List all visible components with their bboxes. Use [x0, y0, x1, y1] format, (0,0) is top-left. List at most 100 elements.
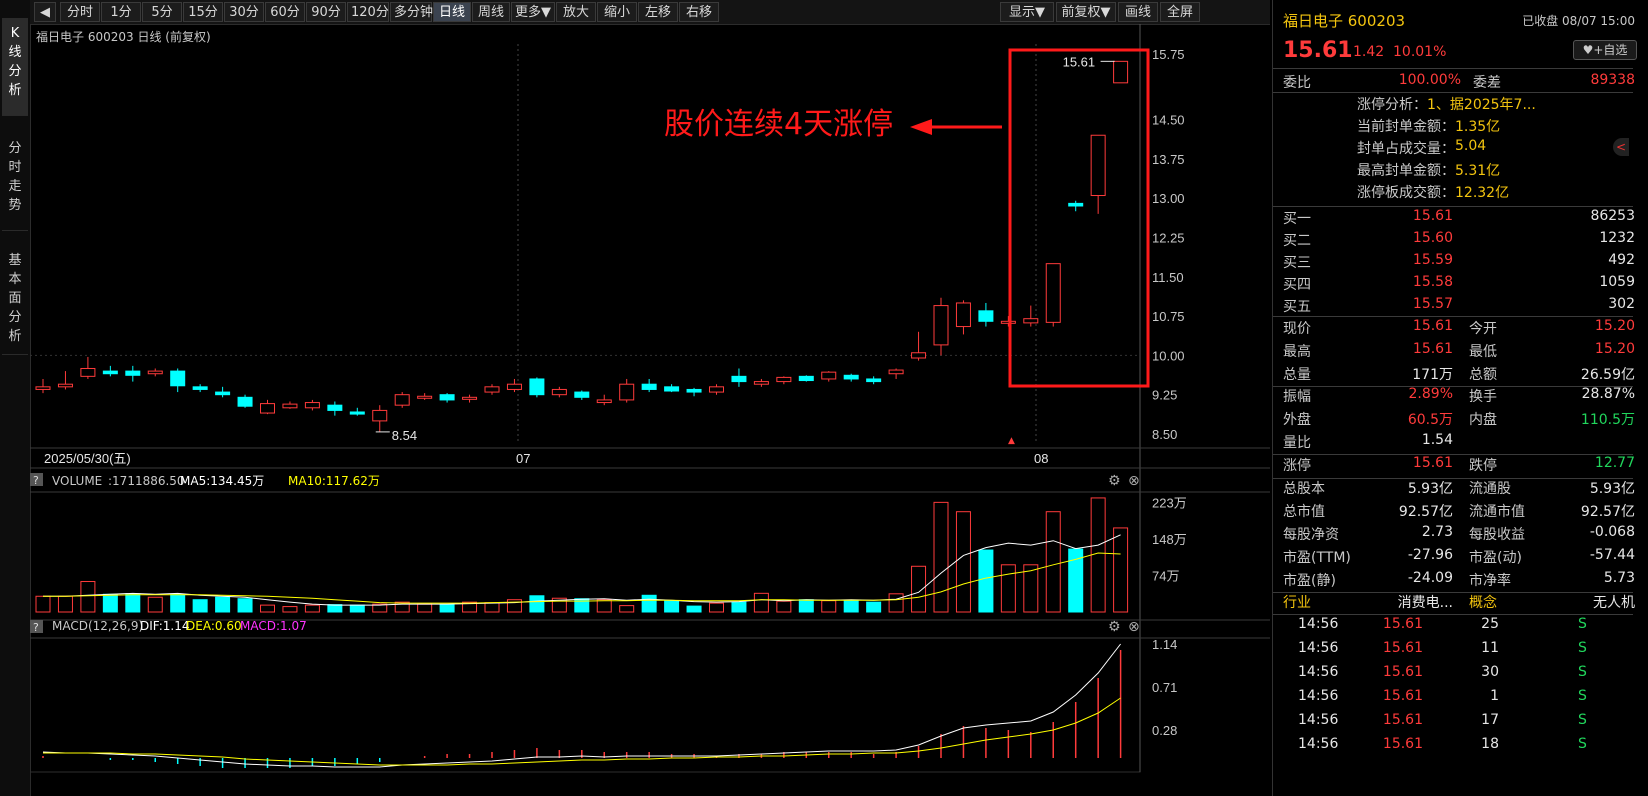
chart-title-text: 福日电子 600203 日线 [36, 30, 162, 44]
tick-time: 14:56 [1298, 688, 1339, 704]
period-button-8[interactable]: 多分钟 [390, 2, 433, 22]
candle-body [843, 374, 859, 380]
tick-volume: 30 [1481, 664, 1499, 680]
panel-separator [1273, 478, 1633, 479]
bid-volume: 86253 [1590, 208, 1635, 224]
price-tick-label: 10.75 [1152, 309, 1185, 324]
stat-fundamental-label: 市净率 [1469, 573, 1511, 589]
candle-body [821, 371, 837, 380]
limit-analysis-label: 涨停分析： [1357, 97, 1427, 113]
candle-body [574, 391, 590, 398]
toolbar-right-button-3[interactable]: 全屏 [1160, 2, 1200, 22]
volume-help-text: ? [33, 474, 39, 487]
period-button-15[interactable]: 右移 [679, 2, 719, 22]
period-button-0[interactable]: 分时 [60, 2, 100, 22]
price-tick-label: 13.00 [1152, 191, 1185, 206]
stat-fundamental-value: 5.93亿 [1407, 481, 1453, 497]
toolbar-right-button-0[interactable]: 显示▼ [1000, 2, 1054, 22]
candle-body [57, 383, 73, 388]
period-button-2[interactable]: 5分 [142, 2, 182, 22]
volume-bar [709, 602, 724, 613]
period-button-9[interactable]: 日线 [433, 2, 471, 22]
weibi-label: 委比 [1283, 75, 1311, 91]
period-button-13[interactable]: 缩小 [597, 2, 637, 22]
volume-title: VOLUME [52, 474, 102, 488]
stat-fundamental-label: 流通市值 [1469, 504, 1525, 520]
period-button-7[interactable]: 120分 [347, 2, 389, 22]
stat-limit-label: 涨停 [1283, 458, 1311, 474]
stat-trade-label: 量比 [1283, 435, 1311, 451]
add-favorite-button[interactable]: ♥+自选 [1573, 40, 1637, 60]
date-label-start: 2025/05/30(五) [44, 451, 131, 466]
stat-price-value: 15.20 [1594, 341, 1635, 357]
limit-up-highlight-box [1008, 48, 1150, 388]
volume-bar [506, 599, 522, 613]
bid-price: 15.60 [1412, 230, 1453, 246]
candle-body [731, 375, 747, 383]
bid-level-label: 买一 [1283, 211, 1311, 227]
price-tick-label: 10.00 [1152, 348, 1185, 363]
stat-fundamental-value: 5.73 [1603, 570, 1635, 586]
volume-bar [664, 600, 680, 613]
chart-svg: 15.75 14.50 13.75 13.00 12.25 11.50 10.75 10.00… [30, 24, 1270, 773]
chart-area[interactable]: 15.75 14.50 13.75 13.00 12.25 11.50 10.75 10.00… [30, 24, 1270, 796]
period-button-5[interactable]: 60分 [265, 2, 305, 22]
industry-label: 行业 [1283, 595, 1311, 611]
stat-price-label: 最高 [1283, 344, 1311, 360]
volume-bar [439, 604, 455, 613]
price-tick-label: 14.50 [1152, 113, 1185, 128]
period-button-4[interactable]: 30分 [224, 2, 264, 22]
industry-value: 消费电... [1397, 595, 1453, 611]
period-button-3[interactable]: 15分 [183, 2, 223, 22]
volume-bar [641, 594, 657, 613]
volume-bar [1113, 527, 1129, 613]
tick-side: S [1578, 712, 1587, 728]
toolbar-right-button-2[interactable]: 画线 [1118, 2, 1158, 22]
volume-bar [1090, 497, 1106, 613]
tab-kline-analysis[interactable]: K线分析 [2, 18, 28, 116]
weicha-label: 委差 [1473, 75, 1501, 91]
period-button-6[interactable]: 90分 [306, 2, 346, 22]
volume-bar [237, 598, 253, 613]
quote-panel: 福日电子 600203 已收盘 08/07 15:00 15.61 1.42 10.01… [1272, 0, 1648, 796]
stat-trade-value: 2.89% [1408, 386, 1453, 402]
candle-body [125, 370, 141, 376]
collapse-left-button[interactable]: ◀ [34, 2, 56, 22]
stock-name-code: 福日电子 600203 [1283, 12, 1406, 30]
candle-body [215, 391, 231, 396]
chart-title: 福日电子 600203 日线 (前复权) [36, 28, 211, 45]
stat-fundamental-value: -0.068 [1589, 524, 1635, 540]
weicha-value: 89338 [1590, 72, 1635, 88]
period-button-11[interactable]: 更多▼ [511, 2, 555, 22]
tab-fundamentals[interactable]: 基本面分析 [2, 245, 28, 355]
stat-trade-value: 60.5万 [1407, 412, 1453, 428]
volume-bar [192, 599, 208, 613]
chart-adjust-mode: (前复权) [165, 30, 211, 44]
candle-body [192, 386, 208, 390]
period-button-1[interactable]: 1分 [101, 2, 141, 22]
candle-body [462, 396, 478, 400]
period-button-12[interactable]: 放大 [556, 2, 596, 22]
candle-body [1113, 60, 1129, 84]
candle-body [35, 386, 51, 390]
volume-bar [417, 603, 433, 613]
macd-dea-label: DEA:0.60 [186, 619, 242, 633]
toolbar-right-button-1[interactable]: 前复权▼ [1056, 2, 1116, 22]
expand-panel-icon[interactable]: < [1613, 138, 1629, 156]
tab-intraday[interactable]: 分时走势 [2, 133, 28, 231]
bid-volume: 1232 [1599, 230, 1635, 246]
period-button-14[interactable]: 左移 [638, 2, 678, 22]
bid-volume: 492 [1608, 252, 1635, 268]
stat-trade-value: 28.87% [1581, 386, 1635, 402]
volume-bar [888, 593, 904, 613]
period-toolbar: ◀ 分时 1分 5分 15分 30分 60分 90分 120分 多分钟 日线 周线 更多▼ 放大 缩小 左移… [30, 0, 1270, 25]
volume-ma5-label: MA5:134.45万 [180, 474, 264, 488]
stat-fundamental-value: 5.93亿 [1589, 481, 1635, 497]
period-button-10[interactable]: 周线 [472, 2, 510, 22]
volume-bar [484, 602, 500, 613]
macd-help-text: ? [33, 621, 39, 634]
volume-bar [170, 593, 186, 613]
stat-fundamental-value: -57.44 [1589, 547, 1635, 563]
limit-analysis-label: 封单占成交量： [1357, 141, 1455, 157]
current-price: 15.61 [1283, 38, 1353, 63]
